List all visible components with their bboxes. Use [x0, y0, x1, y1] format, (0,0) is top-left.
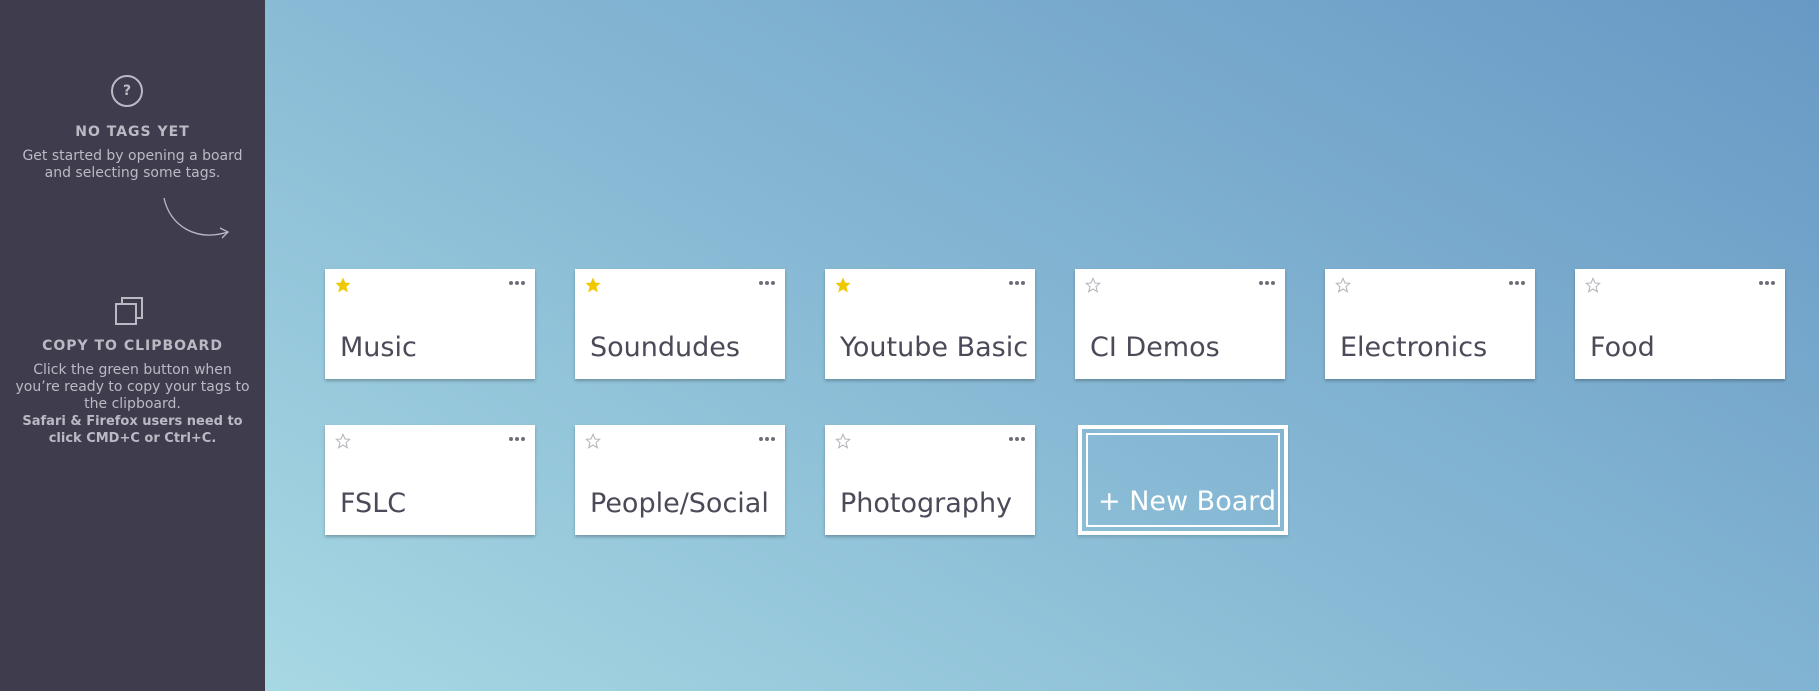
board-card-photography[interactable]: Photography	[825, 425, 1035, 535]
clipboard-desc-line1: Click the green button when	[33, 362, 232, 378]
no-tags-desc-line2: and selecting some tags.	[44, 165, 221, 181]
question-icon: ?	[111, 75, 143, 107]
board-card-people-social[interactable]: People/Social	[575, 425, 785, 535]
clipboard-title: COPY TO CLIPBOARD	[42, 338, 223, 354]
more-options-icon[interactable]	[1009, 278, 1025, 288]
star-icon[interactable]	[1335, 277, 1351, 293]
board-name: Photography	[840, 488, 1013, 519]
boards-area: Music Soundudes Youtube Basic CI Demos E…	[265, 0, 1819, 691]
clipboard-bold-line1: Safari & Firefox users need to	[22, 414, 243, 429]
star-icon[interactable]	[335, 433, 351, 449]
star-icon[interactable]	[835, 433, 851, 449]
copy-icon	[115, 297, 143, 325]
board-name: Electronics	[1340, 332, 1488, 363]
clipboard-section: COPY TO CLIPBOARD Click the green button…	[0, 338, 265, 447]
board-name: Youtube Basic	[840, 332, 1029, 363]
board-name: CI Demos	[1090, 332, 1220, 363]
board-name: Music	[340, 332, 417, 363]
star-icon[interactable]	[835, 277, 851, 293]
board-name: FSLC	[340, 488, 407, 519]
clipboard-desc-line2: you’re ready to copy your tags to	[15, 379, 250, 395]
star-icon[interactable]	[335, 277, 351, 293]
more-options-icon[interactable]	[1009, 434, 1025, 444]
no-tags-desc-line1: Get started by opening a board	[22, 148, 243, 164]
curved-arrow-icon	[163, 197, 230, 239]
new-board-label: + New Board	[1098, 486, 1277, 517]
no-tags-title: NO TAGS YET	[75, 124, 190, 140]
board-name: Food	[1590, 332, 1655, 363]
more-options-icon[interactable]	[1759, 278, 1775, 288]
star-icon[interactable]	[1585, 277, 1601, 293]
board-card-youtube-basic[interactable]: Youtube Basic	[825, 269, 1035, 379]
star-icon[interactable]	[585, 433, 601, 449]
more-options-icon[interactable]	[509, 278, 525, 288]
star-icon[interactable]	[1085, 277, 1101, 293]
more-options-icon[interactable]	[759, 278, 775, 288]
no-tags-section: NO TAGS YET Get started by opening a boa…	[0, 124, 265, 182]
more-options-icon[interactable]	[509, 434, 525, 444]
star-icon[interactable]	[585, 277, 601, 293]
board-card-fslc[interactable]: FSLC	[325, 425, 535, 535]
board-card-food[interactable]: Food	[1575, 269, 1785, 379]
new-board-button[interactable]: + New Board	[1078, 425, 1288, 535]
more-options-icon[interactable]	[759, 434, 775, 444]
board-card-music[interactable]: Music	[325, 269, 535, 379]
board-name: People/Social	[590, 488, 769, 519]
board-card-soundudes[interactable]: Soundudes	[575, 269, 785, 379]
board-name: Soundudes	[590, 332, 740, 363]
board-card-ci-demos[interactable]: CI Demos	[1075, 269, 1285, 379]
board-card-electronics[interactable]: Electronics	[1325, 269, 1535, 379]
more-options-icon[interactable]	[1259, 278, 1275, 288]
clipboard-desc-line3: the clipboard.	[84, 396, 181, 412]
sidebar: ? NO TAGS YET Get started by opening a b…	[0, 0, 265, 691]
more-options-icon[interactable]	[1509, 278, 1525, 288]
clipboard-bold-line2: click CMD+C or Ctrl+C.	[48, 431, 217, 446]
